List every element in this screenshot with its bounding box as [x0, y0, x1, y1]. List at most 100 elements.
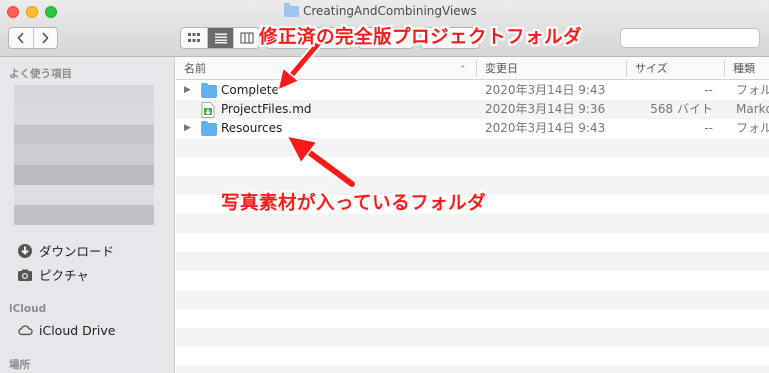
- table-row[interactable]: ProjectFiles.md 2020年3月14日 9:36 568 バイト …: [176, 100, 769, 119]
- redaction-block: [74, 85, 94, 105]
- redaction-block: [134, 145, 154, 165]
- list-view-button[interactable]: [207, 28, 233, 48]
- column-divider[interactable]: [476, 60, 477, 77]
- sidebar-item-icloud-drive[interactable]: iCloud Drive: [17, 322, 115, 338]
- redaction-block: [54, 205, 74, 225]
- sidebar-header-icloud: iCloud: [9, 303, 47, 315]
- redaction-block: [54, 165, 74, 185]
- column-header-name[interactable]: 名前: [184, 57, 206, 80]
- column-header-date[interactable]: 変更日: [485, 57, 518, 80]
- grid-icon: [188, 33, 200, 42]
- redaction-block: [114, 145, 134, 165]
- redaction-block: [54, 185, 74, 205]
- redaction-block: [74, 105, 94, 125]
- empty-row: [176, 347, 769, 366]
- empty-row: [176, 309, 769, 328]
- minimize-window-button[interactable]: [26, 6, 38, 18]
- redaction-block: [134, 165, 154, 185]
- icon-view-button[interactable]: [181, 28, 207, 48]
- redaction-block: [134, 205, 154, 225]
- annotation-complete-folder: 修正済の完全版プロジェクトフォルダ: [259, 27, 583, 48]
- redaction-block: [34, 165, 54, 185]
- redaction-block: [54, 125, 74, 145]
- file-date: 2020年3月14日 9:43: [485, 121, 606, 135]
- column-header-row: 名前 ⌃ 変更日 サイズ 種類: [176, 57, 769, 80]
- redaction-block: [74, 165, 94, 185]
- column-divider[interactable]: [724, 60, 725, 77]
- annotation-resources-folder: 写真素材が入っているフォルダ: [221, 193, 487, 214]
- chevron-right-icon: [42, 32, 49, 44]
- search-input[interactable]: [620, 28, 760, 48]
- file-name: Complete: [221, 83, 279, 97]
- sidebar-header-places: 場所: [9, 359, 30, 371]
- redaction-block: [34, 205, 54, 225]
- file-date: 2020年3月14日 9:43: [485, 83, 606, 97]
- file-size: --: [704, 83, 713, 97]
- back-button[interactable]: [9, 28, 33, 48]
- columns-icon: [239, 32, 254, 44]
- redaction-block: [34, 125, 54, 145]
- file-name: Resources: [221, 121, 283, 135]
- redaction-block: [34, 85, 54, 105]
- redaction-block: [134, 185, 154, 205]
- camera-icon: [17, 267, 33, 283]
- window-title: CreatingAndCombiningViews: [284, 2, 477, 19]
- redacted-favorites-area: [14, 85, 154, 230]
- empty-row: [176, 366, 769, 373]
- sidebar-item-label: ダウンロード: [39, 244, 115, 259]
- window-title-text: CreatingAndCombiningViews: [303, 4, 477, 18]
- column-divider[interactable]: [626, 60, 627, 77]
- column-header-size[interactable]: サイズ: [635, 57, 668, 80]
- redaction-block: [94, 185, 114, 205]
- folder-icon: [201, 121, 217, 136]
- empty-row: [176, 290, 769, 309]
- folder-icon: [284, 2, 299, 17]
- list-icon: [214, 33, 227, 44]
- redaction-block: [114, 125, 134, 145]
- forward-button[interactable]: [32, 28, 58, 48]
- close-window-button[interactable]: [7, 6, 19, 18]
- file-list: 名前 ⌃ 変更日 サイズ 種類 ▶ Complete 2020年3月14日 9:…: [176, 57, 769, 373]
- empty-row: [176, 328, 769, 347]
- redaction-block: [14, 85, 34, 105]
- file-name: ProjectFiles.md: [221, 102, 312, 116]
- table-row[interactable]: ▶ Complete 2020年3月14日 9:43 -- フォルダ: [176, 81, 769, 100]
- view-mode-selector: [180, 27, 260, 49]
- sidebar-item-pictures[interactable]: ピクチャ: [17, 265, 89, 284]
- empty-row: [176, 138, 769, 157]
- redaction-block: [54, 145, 74, 165]
- redaction-block: [34, 185, 54, 205]
- sidebar: よく使う項目 ダウンロード ピクチャ iCloud iCloud Drive 場…: [0, 57, 175, 373]
- redaction-block: [94, 105, 114, 125]
- column-header-kind[interactable]: 種類: [733, 57, 755, 80]
- redaction-block: [74, 205, 94, 225]
- disclosure-triangle-icon[interactable]: ▶: [184, 119, 191, 138]
- empty-row: [176, 233, 769, 252]
- redaction-block: [14, 105, 34, 125]
- empty-row: [176, 157, 769, 176]
- file-date: 2020年3月14日 9:36: [485, 102, 606, 116]
- redaction-block: [14, 185, 34, 205]
- redaction-block: [114, 105, 134, 125]
- sidebar-item-label: ピクチャ: [39, 268, 89, 283]
- redaction-block: [94, 165, 114, 185]
- sidebar-header-favorites: よく使う項目: [9, 68, 72, 80]
- cloud-icon: [17, 322, 33, 338]
- table-row[interactable]: ▶ Resources 2020年3月14日 9:43 -- フォルダ: [176, 119, 769, 138]
- empty-row: [176, 252, 769, 271]
- zoom-window-button[interactable]: [45, 6, 57, 18]
- redaction-block: [34, 105, 54, 125]
- column-view-button[interactable]: [233, 28, 259, 48]
- redaction-block: [74, 185, 94, 205]
- chevron-left-icon: [17, 32, 24, 44]
- redaction-block: [54, 105, 74, 125]
- sidebar-item-downloads[interactable]: ダウンロード: [17, 241, 114, 260]
- redaction-block: [74, 125, 94, 145]
- redaction-block: [134, 105, 154, 125]
- redaction-block: [134, 125, 154, 145]
- file-kind: フォルダ: [736, 121, 769, 135]
- redaction-block: [14, 165, 34, 185]
- redaction-block: [114, 165, 134, 185]
- redaction-block: [94, 125, 114, 145]
- disclosure-triangle-icon[interactable]: ▶: [184, 81, 191, 100]
